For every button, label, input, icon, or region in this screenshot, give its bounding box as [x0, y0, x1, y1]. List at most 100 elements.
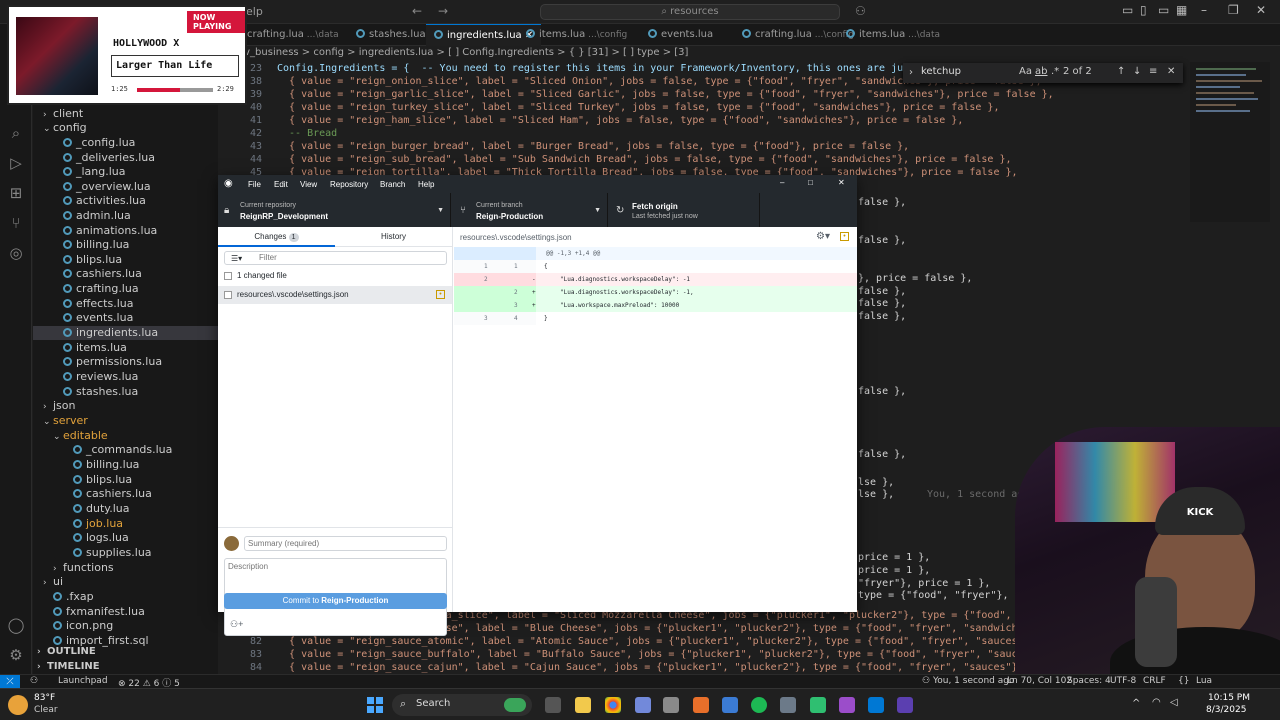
code-line[interactable]: -- Bread [277, 127, 337, 140]
gh-close-icon[interactable]: ✕ [838, 178, 845, 187]
explorer-file[interactable]: cashiers.lua [33, 487, 218, 501]
current-repository-dropdown[interactable]: 🔒︎ Current repository ReignRP_Developmen… [218, 193, 451, 227]
diff-settings-gear-icon[interactable]: ⚙▾ [816, 231, 830, 242]
explorer-file[interactable]: billing.lua [33, 458, 218, 472]
code-line[interactable]: Config.Ingredients = { -- You need to re… [277, 62, 969, 75]
discord-icon[interactable] [635, 697, 651, 713]
explorer-file[interactable]: _commands.lua [33, 443, 218, 457]
gh-menu-branch[interactable]: Branch [380, 180, 405, 189]
command-center-search[interactable]: ⌕ resources [540, 4, 840, 20]
close-window-icon[interactable]: ✕ [1256, 3, 1266, 17]
explorer-file[interactable]: job.lua [33, 517, 218, 531]
whole-word-toggle[interactable]: ab [1035, 66, 1047, 77]
explorer-section[interactable]: › TIMELINE [37, 660, 100, 674]
minimize-icon[interactable]: – [1201, 3, 1207, 17]
tab-items[interactable]: items.lua ...\data [838, 24, 948, 46]
github-desktop-icon[interactable] [897, 697, 913, 713]
explorer-file[interactable]: supplies.lua [33, 546, 218, 560]
manage-gear-icon[interactable]: ⚙ [7, 646, 25, 664]
find-input[interactable]: ketchup [921, 66, 961, 77]
explorer-file[interactable]: stashes.lua [33, 385, 218, 399]
previous-match-icon[interactable]: ↑ [1117, 66, 1125, 77]
explorer-file[interactable]: crafting.lua [33, 282, 218, 296]
gh-menu-file[interactable]: File [248, 180, 261, 189]
regex-toggle[interactable]: .* [1051, 66, 1059, 77]
tab-stashes[interactable]: stashes.lua [348, 24, 434, 46]
explorer-file[interactable]: _lang.lua [33, 165, 218, 179]
gh-menu-repository[interactable]: Repository [330, 180, 368, 189]
explorer-folder[interactable]: › json [33, 399, 218, 413]
chrome-icon[interactable] [605, 697, 621, 713]
line-ending[interactable]: CRLF [1143, 676, 1166, 686]
find-toggle-icon[interactable]: › [909, 67, 913, 78]
tab-history[interactable]: History [335, 227, 452, 247]
explorer-file[interactable]: permissions.lua [33, 355, 218, 369]
explorer-file[interactable]: _config.lua [33, 136, 218, 150]
layout-panel-icon[interactable]: ▭ [1122, 3, 1133, 17]
language-mode[interactable]: Lua [1196, 676, 1212, 686]
git-blame-item[interactable]: ⚇ You, 1 second ago [922, 676, 1014, 686]
encoding[interactable]: UTF-8 [1110, 676, 1136, 686]
launchpad-item[interactable]: Launchpad [58, 676, 108, 686]
tab-items[interactable]: items.lua ...\config [518, 24, 635, 46]
forward-arrow-icon[interactable]: → [438, 4, 448, 18]
app-icon-4[interactable] [810, 697, 826, 713]
explorer-file[interactable]: blips.lua [33, 473, 218, 487]
explorer-folder[interactable]: ⌄ editable [33, 429, 218, 443]
explorer-file[interactable]: duty.lua [33, 502, 218, 516]
commit-button[interactable]: Commit to Reign-Production [224, 593, 447, 609]
file-checkbox[interactable] [224, 291, 232, 299]
diff-line-ctx[interactable]: 1 1 { [454, 260, 857, 273]
close-find-icon[interactable]: ✕ [1167, 66, 1175, 77]
diff-line-add[interactable]: 3 + "Lua.workspace.maxPreload": 10000 [454, 299, 857, 312]
current-branch-dropdown[interactable]: ⑂ Current branch Reign-Production ▼ [454, 193, 608, 227]
code-line[interactable]: { value = "reign_turkey_slice", label = … [277, 101, 999, 114]
code-line[interactable]: { value = "reign_sauce_cajun", label = "… [277, 661, 1017, 674]
explorer-file[interactable]: blips.lua [33, 253, 218, 267]
account-icon[interactable]: ◯ [7, 616, 25, 634]
restore-icon[interactable]: ❐ [1228, 3, 1239, 17]
weather-icon[interactable] [8, 695, 28, 715]
diff-line-add[interactable]: 2 + "Lua.diagnostics.workspaceDelay": -1, [454, 286, 857, 299]
gh-menu-edit[interactable]: Edit [274, 180, 288, 189]
run-debug-icon[interactable]: ▷ [7, 154, 25, 172]
summary-input[interactable] [244, 536, 447, 551]
layout-editor-icon[interactable]: ▭ [1158, 3, 1169, 17]
gh-minimize-icon[interactable]: – [780, 178, 784, 187]
extensions-icon[interactable]: ⊞ [7, 184, 25, 202]
code-line[interactable]: { value = "reign_burger_bread", label = … [277, 140, 909, 153]
live-share-icon[interactable]: ⚇ [30, 676, 38, 686]
explorer-file[interactable]: .fxap [33, 590, 218, 604]
search-view-icon[interactable]: ⌕ [7, 124, 25, 142]
gh-menu-help[interactable]: Help [418, 180, 434, 189]
taskbar-search[interactable]: ⌕ Search [392, 694, 532, 716]
explorer-file[interactable]: cashiers.lua [33, 267, 218, 281]
explorer-file[interactable]: billing.lua [33, 238, 218, 252]
vscode-icon[interactable] [868, 697, 884, 713]
explorer-folder[interactable]: › ui [33, 575, 218, 589]
breadcrumb[interactable]: av_business > config > ingredients.lua >… [238, 47, 688, 58]
explorer-file[interactable]: fxmanifest.lua [33, 605, 218, 619]
app-icon-5[interactable] [839, 697, 855, 713]
select-all-checkbox[interactable] [224, 272, 232, 280]
explorer-file[interactable]: reviews.lua [33, 370, 218, 384]
hunk-gutter[interactable] [454, 247, 536, 260]
code-line[interactable]: { value = "reign_sub_bread", label = "Su… [277, 153, 1011, 166]
weather-temp[interactable]: 83°F [34, 693, 55, 703]
explorer-file[interactable]: animations.lua [33, 224, 218, 238]
gh-maximize-icon[interactable]: □ [808, 178, 813, 187]
windows-start-icon[interactable] [367, 697, 383, 713]
filter-input[interactable] [259, 253, 439, 262]
explorer-file[interactable]: events.lua [33, 311, 218, 325]
code-line[interactable]: { value = "reign_sauce_buffalo", label =… [277, 648, 1017, 661]
explorer-file[interactable]: _overview.lua [33, 180, 218, 194]
gh-menu-view[interactable]: View [300, 180, 317, 189]
next-match-icon[interactable]: ↓ [1133, 66, 1141, 77]
explorer-section[interactable]: › OUTLINE [37, 645, 96, 659]
tray-chevron-icon[interactable]: ^ [1132, 698, 1140, 709]
explorer-file[interactable]: logs.lua [33, 531, 218, 545]
explorer-folder[interactable]: › client [33, 107, 218, 121]
customize-layout-icon[interactable]: ▦ [1176, 3, 1187, 17]
layout-sidebar-icon[interactable]: ▯ [1140, 3, 1147, 17]
explorer-file[interactable]: items.lua [33, 341, 218, 355]
